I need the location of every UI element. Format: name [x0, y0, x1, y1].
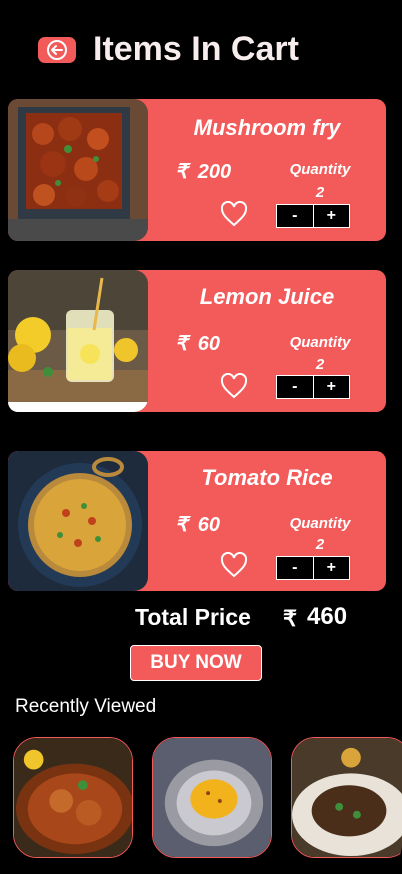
rupee-symbol: ₹	[283, 606, 297, 631]
page-title: Items In Cart	[93, 30, 299, 68]
item-price: ₹200	[175, 159, 231, 184]
rupee-symbol: ₹	[175, 333, 188, 355]
decrement-button[interactable]: -	[277, 376, 313, 398]
cart-item-card: Mushroom fry ₹200 Quantity 2 - +	[8, 99, 386, 241]
recent-item-card[interactable]	[13, 737, 133, 858]
quantity-value: 2	[315, 536, 325, 553]
increment-button[interactable]: +	[312, 376, 350, 398]
cart-item-card: Lemon Juice ₹60 Quantity 2 - +	[8, 270, 386, 412]
decrement-button[interactable]: -	[277, 557, 313, 579]
item-name: Mushroom fry	[193, 115, 341, 140]
quantity-label: Quantity	[289, 161, 351, 178]
item-price: ₹60	[175, 331, 220, 356]
item-image-mushroom-fry	[8, 99, 148, 241]
quantity-label: Quantity	[289, 334, 351, 351]
arrow-left-icon	[47, 40, 67, 60]
total-price-value: 460	[307, 603, 348, 630]
recent-item-card[interactable]	[152, 737, 272, 858]
decrement-button[interactable]: -	[277, 205, 313, 227]
recent-item-image	[153, 738, 271, 857]
buy-now-button[interactable]: BUY NOW	[130, 645, 262, 681]
item-price-value: 200	[197, 161, 232, 183]
quantity-stepper: - +	[276, 556, 350, 580]
item-image-lemon-juice	[8, 270, 148, 412]
quantity-value: 2	[315, 356, 325, 373]
increment-button[interactable]: +	[312, 557, 350, 579]
cart-item-card: Tomato Rice ₹60 Quantity 2 - +	[8, 451, 386, 591]
recently-viewed-title: Recently Viewed	[15, 696, 157, 717]
recent-item-image	[14, 738, 132, 857]
item-price: ₹60	[175, 512, 220, 537]
quantity-stepper: - +	[276, 375, 350, 399]
quantity-stepper: - +	[276, 204, 350, 228]
item-name: Tomato Rice	[201, 465, 333, 490]
increment-button[interactable]: +	[312, 205, 350, 227]
item-name: Lemon Juice	[199, 284, 335, 309]
item-image-tomato-rice	[8, 451, 148, 591]
heart-icon[interactable]	[220, 552, 248, 578]
total-price-label: Total Price	[135, 604, 251, 630]
heart-icon[interactable]	[220, 373, 248, 399]
recent-item-card[interactable]	[291, 737, 402, 858]
item-price-value: 60	[197, 514, 220, 536]
item-price-value: 60	[197, 333, 220, 355]
heart-icon[interactable]	[220, 201, 248, 227]
rupee-symbol: ₹	[175, 514, 188, 536]
quantity-label: Quantity	[289, 515, 351, 532]
rupee-symbol: ₹	[175, 161, 188, 183]
back-button[interactable]	[38, 37, 76, 63]
cart-screen: Items In Cart Mushroom fry ₹ 200 Quantit…	[0, 0, 402, 874]
quantity-value: 2	[315, 184, 325, 201]
recent-item-image	[292, 738, 402, 857]
